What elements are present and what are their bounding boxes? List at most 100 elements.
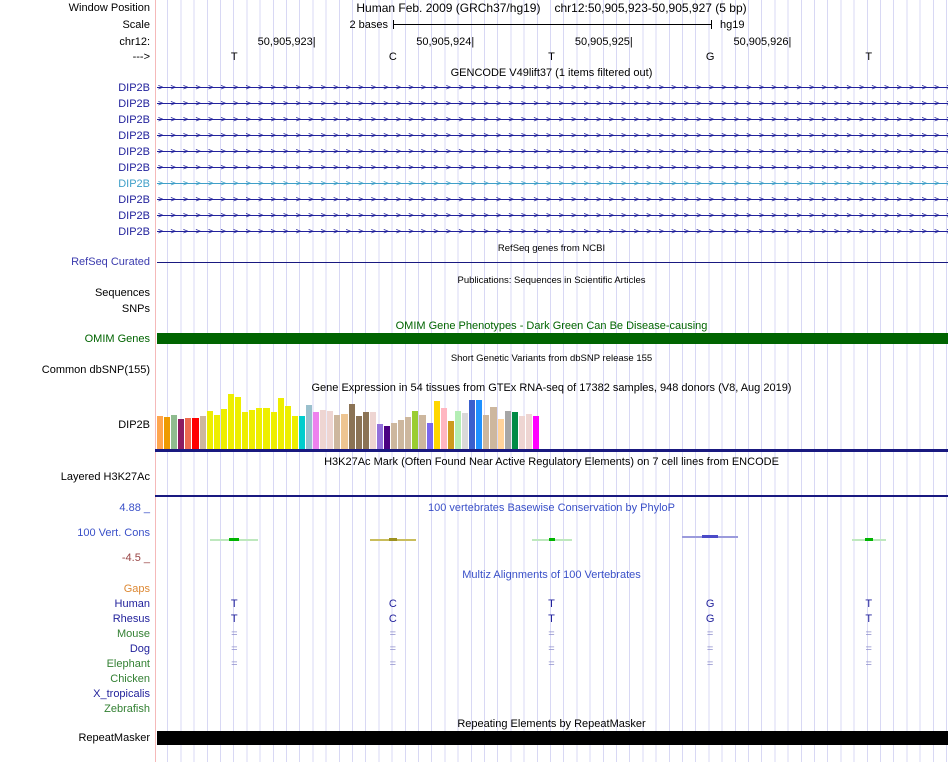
- gtex-bar[interactable]: [313, 412, 320, 449]
- gtex-bar[interactable]: [249, 410, 256, 449]
- track-label-gaps[interactable]: Gaps: [0, 583, 150, 596]
- multiz-alignment-cell[interactable]: T: [548, 613, 555, 626]
- gtex-bar[interactable]: [440, 408, 447, 449]
- multiz-alignment-cell[interactable]: =: [548, 658, 554, 671]
- multiz-alignment-cell[interactable]: =: [865, 628, 871, 641]
- gtex-bar[interactable]: [242, 412, 249, 449]
- multiz-alignment-cell[interactable]: =: [231, 643, 237, 656]
- track-label-dip2b[interactable]: DIP2B: [0, 210, 150, 223]
- gtex-bar[interactable]: [235, 397, 242, 449]
- gtex-bar[interactable]: [454, 411, 462, 449]
- transcript-arrow-line[interactable]: >>>>>>>>>>>>>>>>>>>>>>>>>>>>>>>>>>>>>>>>…: [157, 225, 948, 239]
- track-label-dip2b[interactable]: DIP2B: [0, 114, 150, 127]
- gtex-bar[interactable]: [398, 420, 405, 449]
- gtex-bar[interactable]: [334, 415, 341, 449]
- gtex-bar[interactable]: [504, 411, 511, 449]
- multiz-alignment-cell[interactable]: =: [707, 628, 713, 641]
- multiz-alignment-cell[interactable]: =: [390, 643, 396, 656]
- gtex-bar[interactable]: [157, 416, 164, 449]
- phylop-mark[interactable]: [369, 538, 416, 541]
- track-label-dip2b[interactable]: DIP2B: [0, 146, 150, 159]
- gtex-bar[interactable]: [341, 414, 348, 449]
- multiz-alignment-cell[interactable]: =: [707, 658, 713, 671]
- track-label-chicken[interactable]: Chicken: [0, 673, 150, 686]
- gtex-bar[interactable]: [376, 424, 383, 449]
- track-label-refseq-curated[interactable]: RefSeq Curated: [0, 256, 150, 269]
- multiz-alignment-cell[interactable]: G: [706, 613, 715, 626]
- gtex-bar[interactable]: [348, 404, 355, 449]
- transcript-arrow-line[interactable]: >>>>>>>>>>>>>>>>>>>>>>>>>>>>>>>>>>>>>>>>…: [157, 161, 948, 175]
- gtex-bar[interactable]: [532, 416, 540, 449]
- phylop-mark[interactable]: [531, 538, 572, 541]
- multiz-alignment-cell[interactable]: T: [865, 613, 872, 626]
- gtex-bar[interactable]: [462, 413, 469, 449]
- track-label-dip2b[interactable]: DIP2B: [0, 226, 150, 239]
- omim-gene-bar[interactable]: [157, 333, 948, 344]
- track-label-sequences[interactable]: Sequences: [0, 287, 150, 300]
- transcript-arrow-line[interactable]: >>>>>>>>>>>>>>>>>>>>>>>>>>>>>>>>>>>>>>>>…: [157, 129, 948, 143]
- track-label-layered-h3k27ac[interactable]: Layered H3K27Ac: [0, 471, 150, 484]
- transcript-arrow-line[interactable]: >>>>>>>>>>>>>>>>>>>>>>>>>>>>>>>>>>>>>>>>…: [157, 145, 948, 159]
- gtex-bar[interactable]: [178, 419, 185, 449]
- transcript-arrow-line[interactable]: >>>>>>>>>>>>>>>>>>>>>>>>>>>>>>>>>>>>>>>>…: [157, 97, 948, 111]
- track-label-dip2b[interactable]: DIP2B: [0, 82, 150, 95]
- multiz-alignment-cell[interactable]: T: [231, 598, 238, 611]
- gtex-bar[interactable]: [476, 400, 483, 449]
- track-label-dip2b[interactable]: DIP2B: [0, 130, 150, 143]
- track-label-mouse[interactable]: Mouse: [0, 628, 150, 641]
- gtex-bar[interactable]: [327, 411, 334, 449]
- gtex-bar[interactable]: [270, 412, 277, 449]
- gtex-bar[interactable]: [384, 426, 391, 449]
- gtex-bar[interactable]: [199, 416, 206, 449]
- gtex-bar[interactable]: [298, 416, 305, 449]
- gtex-bar[interactable]: [220, 409, 227, 449]
- gtex-bar[interactable]: [192, 418, 199, 449]
- gtex-bar[interactable]: [490, 407, 497, 449]
- multiz-alignment-cell[interactable]: =: [865, 658, 871, 671]
- track-label-dip2b[interactable]: DIP2B: [0, 98, 150, 111]
- multiz-alignment-cell[interactable]: =: [390, 628, 396, 641]
- multiz-alignment-cell[interactable]: T: [865, 598, 872, 611]
- phylop-mark[interactable]: [682, 535, 739, 538]
- gtex-bar[interactable]: [447, 421, 454, 449]
- gtex-bar[interactable]: [419, 415, 426, 449]
- track-label-dip2b[interactable]: DIP2B: [0, 162, 150, 175]
- multiz-alignment-cell[interactable]: =: [548, 628, 554, 641]
- multiz-alignment-cell[interactable]: T: [548, 598, 555, 611]
- gtex-bar[interactable]: [256, 408, 263, 449]
- transcript-arrow-line[interactable]: >>>>>>>>>>>>>>>>>>>>>>>>>>>>>>>>>>>>>>>>…: [157, 177, 948, 191]
- refseq-curated-line[interactable]: [157, 262, 948, 263]
- track-label-x_tropicalis[interactable]: X_tropicalis: [0, 688, 150, 701]
- track-label-snps[interactable]: SNPs: [0, 303, 150, 316]
- multiz-alignment-cell[interactable]: =: [865, 643, 871, 656]
- gtex-bar[interactable]: [164, 417, 171, 449]
- track-label-human[interactable]: Human: [0, 598, 150, 611]
- track-label-zebrafish[interactable]: Zebrafish: [0, 703, 150, 716]
- gtex-bar[interactable]: [369, 412, 376, 449]
- gtex-bar[interactable]: [213, 415, 220, 449]
- gtex-bar[interactable]: [206, 411, 213, 449]
- gtex-bar[interactable]: [362, 412, 369, 449]
- multiz-alignment-cell[interactable]: =: [231, 628, 237, 641]
- track-label-repeatmasker[interactable]: RepeatMasker: [0, 732, 150, 745]
- gtex-bar[interactable]: [291, 416, 298, 449]
- multiz-alignment-cell[interactable]: =: [707, 643, 713, 656]
- gtex-bar[interactable]: [412, 411, 419, 449]
- track-label-dip2b[interactable]: DIP2B: [0, 178, 150, 191]
- phylop-mark[interactable]: [851, 538, 886, 541]
- gtex-bar[interactable]: [284, 406, 291, 449]
- gtex-bar[interactable]: [391, 423, 398, 449]
- multiz-alignment-cell[interactable]: =: [390, 658, 396, 671]
- transcript-arrow-line[interactable]: >>>>>>>>>>>>>>>>>>>>>>>>>>>>>>>>>>>>>>>>…: [157, 193, 948, 207]
- track-label-elephant[interactable]: Elephant: [0, 658, 150, 671]
- gtex-bar[interactable]: [433, 401, 440, 449]
- gtex-bar[interactable]: [483, 415, 490, 449]
- gtex-bar[interactable]: [518, 416, 525, 449]
- track-label-100-vert-cons[interactable]: 100 Vert. Cons: [0, 527, 150, 540]
- multiz-alignment-cell[interactable]: C: [389, 598, 397, 611]
- gtex-bar[interactable]: [355, 416, 362, 449]
- gtex-bar[interactable]: [511, 412, 518, 449]
- gtex-bar[interactable]: [525, 414, 532, 449]
- gtex-bar[interactable]: [305, 405, 313, 449]
- multiz-alignment-cell[interactable]: =: [548, 643, 554, 656]
